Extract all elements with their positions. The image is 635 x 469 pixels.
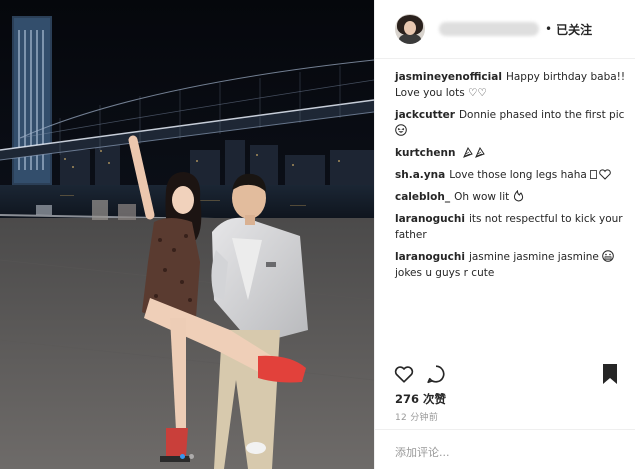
comment-username[interactable]: jasmineyenofficial <box>395 71 502 83</box>
grimacing-face-icon <box>602 250 615 262</box>
add-comment-input[interactable] <box>395 446 595 459</box>
comment-item: laranoguchi jasmine jasmine jasmine jokes… <box>395 249 633 281</box>
bookmark-icon[interactable] <box>601 363 619 385</box>
fire-icon <box>513 190 523 202</box>
instagram-post: • 已关注 jasmineyenofficial Happy birthday b… <box>0 0 635 469</box>
party-popper-icon <box>462 146 485 158</box>
comment-text: jasmine jasmine jasmine <box>468 251 599 263</box>
comment-text: Donnie phased into the first pic <box>458 109 625 121</box>
carousel-dot <box>189 454 194 459</box>
post-photo[interactable] <box>0 0 374 469</box>
heart-icon <box>590 169 611 180</box>
comment-text: Oh wow lit <box>454 191 510 203</box>
avatar[interactable] <box>395 14 425 44</box>
carousel-dot-active <box>180 454 185 459</box>
post-side-panel: • 已关注 jasmineyenofficial Happy birthday b… <box>374 0 635 469</box>
like-heart-icon[interactable] <box>393 363 415 385</box>
comment-item: jackcutter Donnie phased into the first p… <box>395 107 633 139</box>
comment-bubble-icon[interactable] <box>425 363 447 385</box>
comment-text-continued: jokes u guys r cute <box>395 267 495 279</box>
separator-dot: • <box>545 22 553 36</box>
comment-item: jasmineyenofficial Happy birthday baba!! … <box>395 69 633 101</box>
laughing-face-icon <box>395 124 407 136</box>
comment-item: sh.a.yna Love those long legs haha <box>395 167 633 183</box>
carousel-indicator <box>0 454 374 459</box>
night-bridge-photo <box>0 0 374 469</box>
action-bar <box>393 363 619 387</box>
comment-item: calebloh_ Oh wow lit <box>395 189 633 205</box>
like-count[interactable]: 276 次赞 <box>395 391 446 407</box>
comment-item: kurtchenn <box>395 145 633 161</box>
comment-username[interactable]: sh.a.yna <box>395 169 445 181</box>
username-blurred[interactable] <box>439 22 539 36</box>
post-timestamp: 12 分钟前 <box>395 413 439 423</box>
comment-username[interactable]: laranoguchi <box>395 251 465 263</box>
comments-list: jasmineyenofficial Happy birthday baba!! … <box>375 59 633 281</box>
comment-username[interactable]: kurtchenn <box>395 147 455 159</box>
comment-username[interactable]: jackcutter <box>395 109 455 121</box>
post-header: • 已关注 <box>375 0 635 59</box>
comment-text: Love those long legs haha <box>449 169 587 181</box>
comment-item: laranoguchi its not respectful to kick yo… <box>395 211 633 243</box>
comment-username[interactable]: laranoguchi <box>395 213 465 225</box>
add-comment-bar <box>375 429 635 469</box>
comment-username[interactable]: calebloh_ <box>395 191 450 203</box>
following-button[interactable]: 已关注 <box>556 21 592 38</box>
